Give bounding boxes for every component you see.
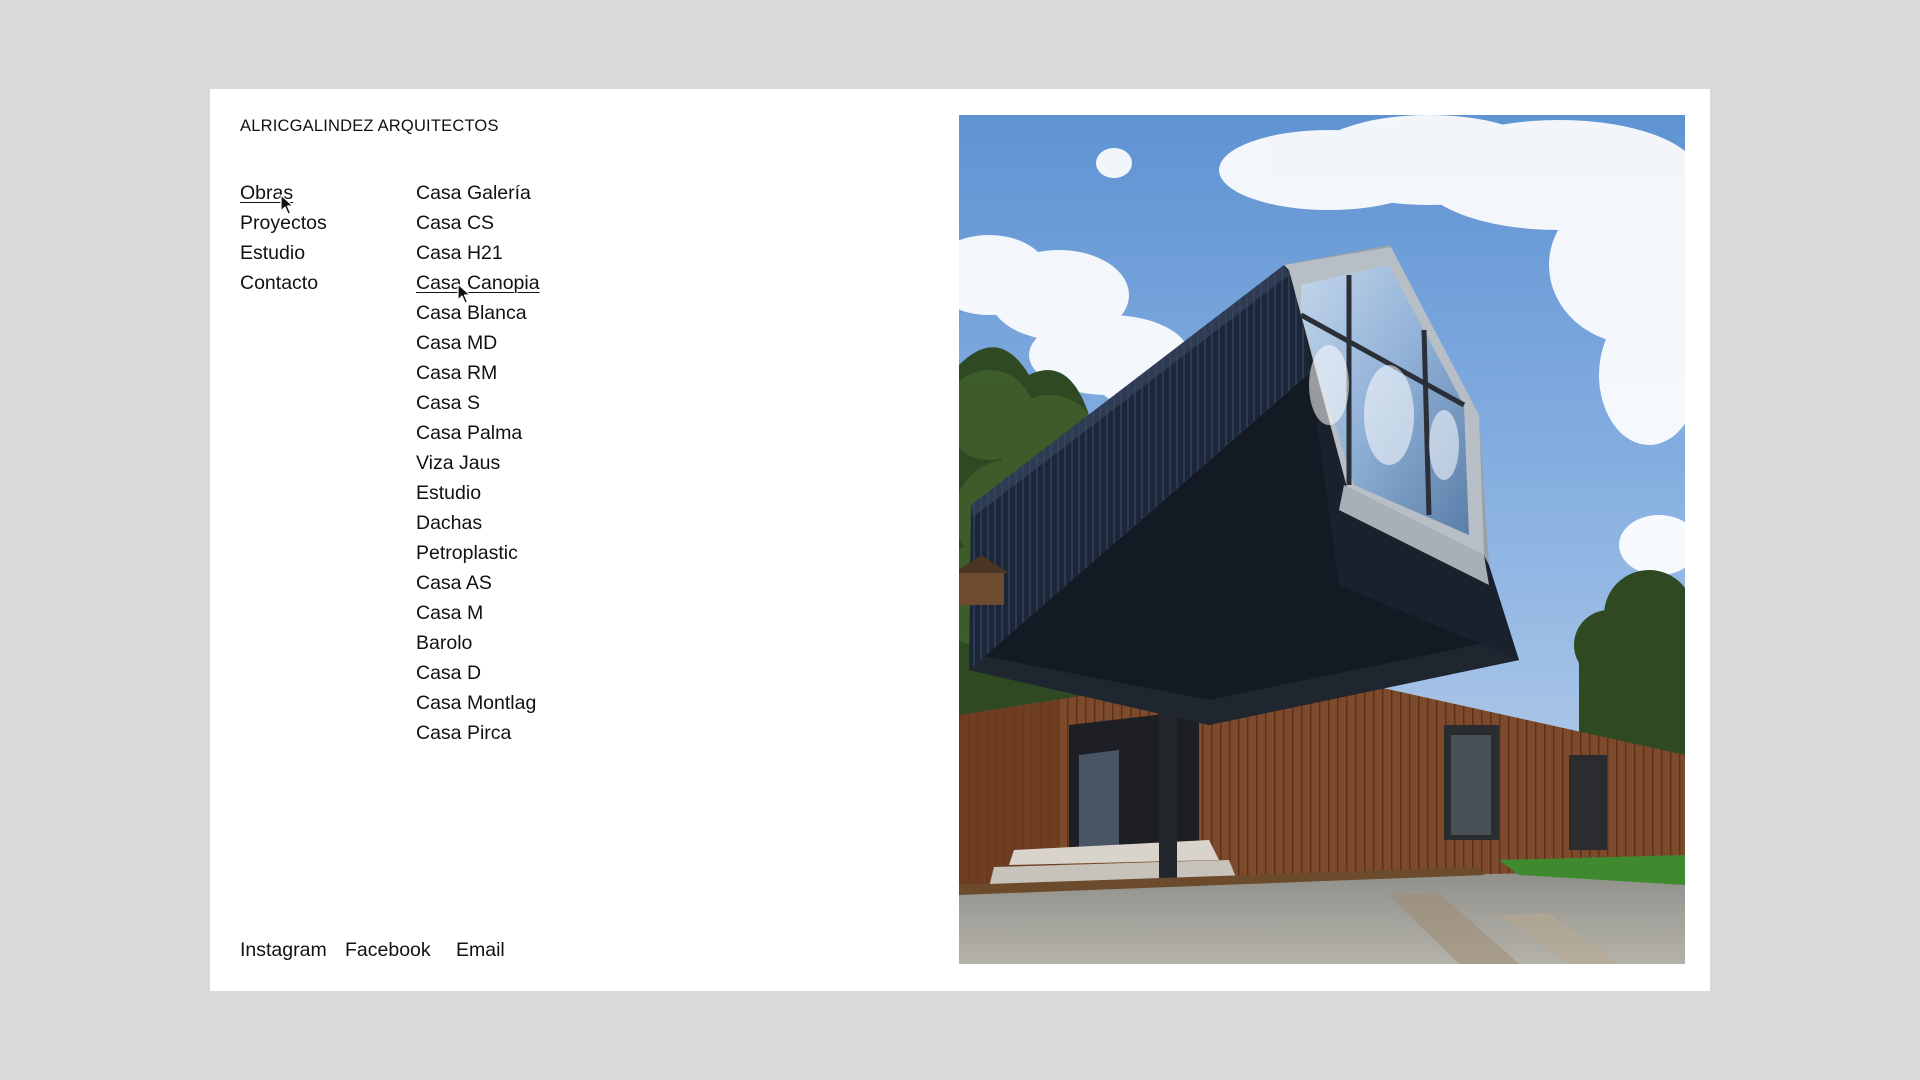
work-item-casa-m[interactable]: Casa M: [416, 598, 540, 628]
brand-logo[interactable]: ALRICGALINDEZ ARQUITECTOS: [240, 117, 499, 136]
work-item-label: Casa MD: [416, 332, 498, 354]
work-item-label: Casa Canopia: [416, 272, 540, 294]
work-item-label: Casa S: [416, 392, 480, 414]
work-item-casa-pirca[interactable]: Casa Pirca: [416, 718, 540, 748]
work-item-casa-palma[interactable]: Casa Palma: [416, 418, 540, 448]
email-link[interactable]: Email: [456, 939, 505, 962]
site-frame: ALRICGALINDEZ ARQUITECTOS Obras Proyecto…: [210, 89, 1710, 991]
nav-item-label: Estudio: [240, 242, 306, 264]
work-item-casa-blanca[interactable]: Casa Blanca: [416, 298, 540, 328]
work-item-label: Estudio: [416, 482, 482, 504]
work-item-label: Casa Galería: [416, 182, 531, 204]
mouse-pointer-icon: [280, 194, 294, 215]
work-item-label: Casa Blanca: [416, 302, 527, 324]
work-item-casa-cs[interactable]: Casa CS: [416, 208, 540, 238]
work-item-petroplastic[interactable]: Petroplastic: [416, 538, 540, 568]
work-item-casa-montlag[interactable]: Casa Montlag: [416, 688, 540, 718]
work-item-casa-md[interactable]: Casa MD: [416, 328, 540, 358]
work-item-casa-galeria[interactable]: Casa Galería: [416, 178, 540, 208]
instagram-link[interactable]: Instagram: [240, 939, 327, 962]
work-item-barolo[interactable]: Barolo: [416, 628, 540, 658]
work-item-label: Barolo: [416, 632, 473, 654]
work-item-casa-canopia[interactable]: Casa Canopia: [416, 268, 540, 298]
work-item-casa-h21[interactable]: Casa H21: [416, 238, 540, 268]
project-photo[interactable]: [959, 115, 1685, 964]
work-item-label: Casa Montlag: [416, 692, 537, 714]
work-item-casa-rm[interactable]: Casa RM: [416, 358, 540, 388]
work-item-label: Casa AS: [416, 572, 492, 594]
work-item-estudio[interactable]: Estudio: [416, 478, 540, 508]
nav-item-contacto[interactable]: Contacto: [240, 268, 327, 298]
work-item-label: Casa Pirca: [416, 722, 512, 744]
work-item-dachas[interactable]: Dachas: [416, 508, 540, 538]
work-item-label: Casa RM: [416, 362, 498, 384]
work-item-viza-jaus[interactable]: Viza Jaus: [416, 448, 540, 478]
work-item-label: Casa Palma: [416, 422, 523, 444]
house-illustration: [959, 115, 1685, 964]
work-item-label: Casa CS: [416, 212, 495, 234]
work-item-casa-as[interactable]: Casa AS: [416, 568, 540, 598]
work-item-casa-s[interactable]: Casa S: [416, 388, 540, 418]
work-item-label: Petroplastic: [416, 542, 518, 564]
facebook-link[interactable]: Facebook: [345, 939, 431, 962]
work-item-casa-d[interactable]: Casa D: [416, 658, 540, 688]
work-item-label: Dachas: [416, 512, 483, 534]
work-item-label: Viza Jaus: [416, 452, 501, 474]
work-item-label: Casa H21: [416, 242, 503, 264]
nav-item-estudio[interactable]: Estudio: [240, 238, 327, 268]
mouse-pointer-icon: [457, 283, 471, 304]
nav-item-label: Contacto: [240, 272, 319, 294]
work-item-label: Casa M: [416, 602, 484, 624]
work-item-label: Casa D: [416, 662, 482, 684]
works-list: Casa Galería Casa CS Casa H21 Casa Canop…: [416, 178, 540, 748]
